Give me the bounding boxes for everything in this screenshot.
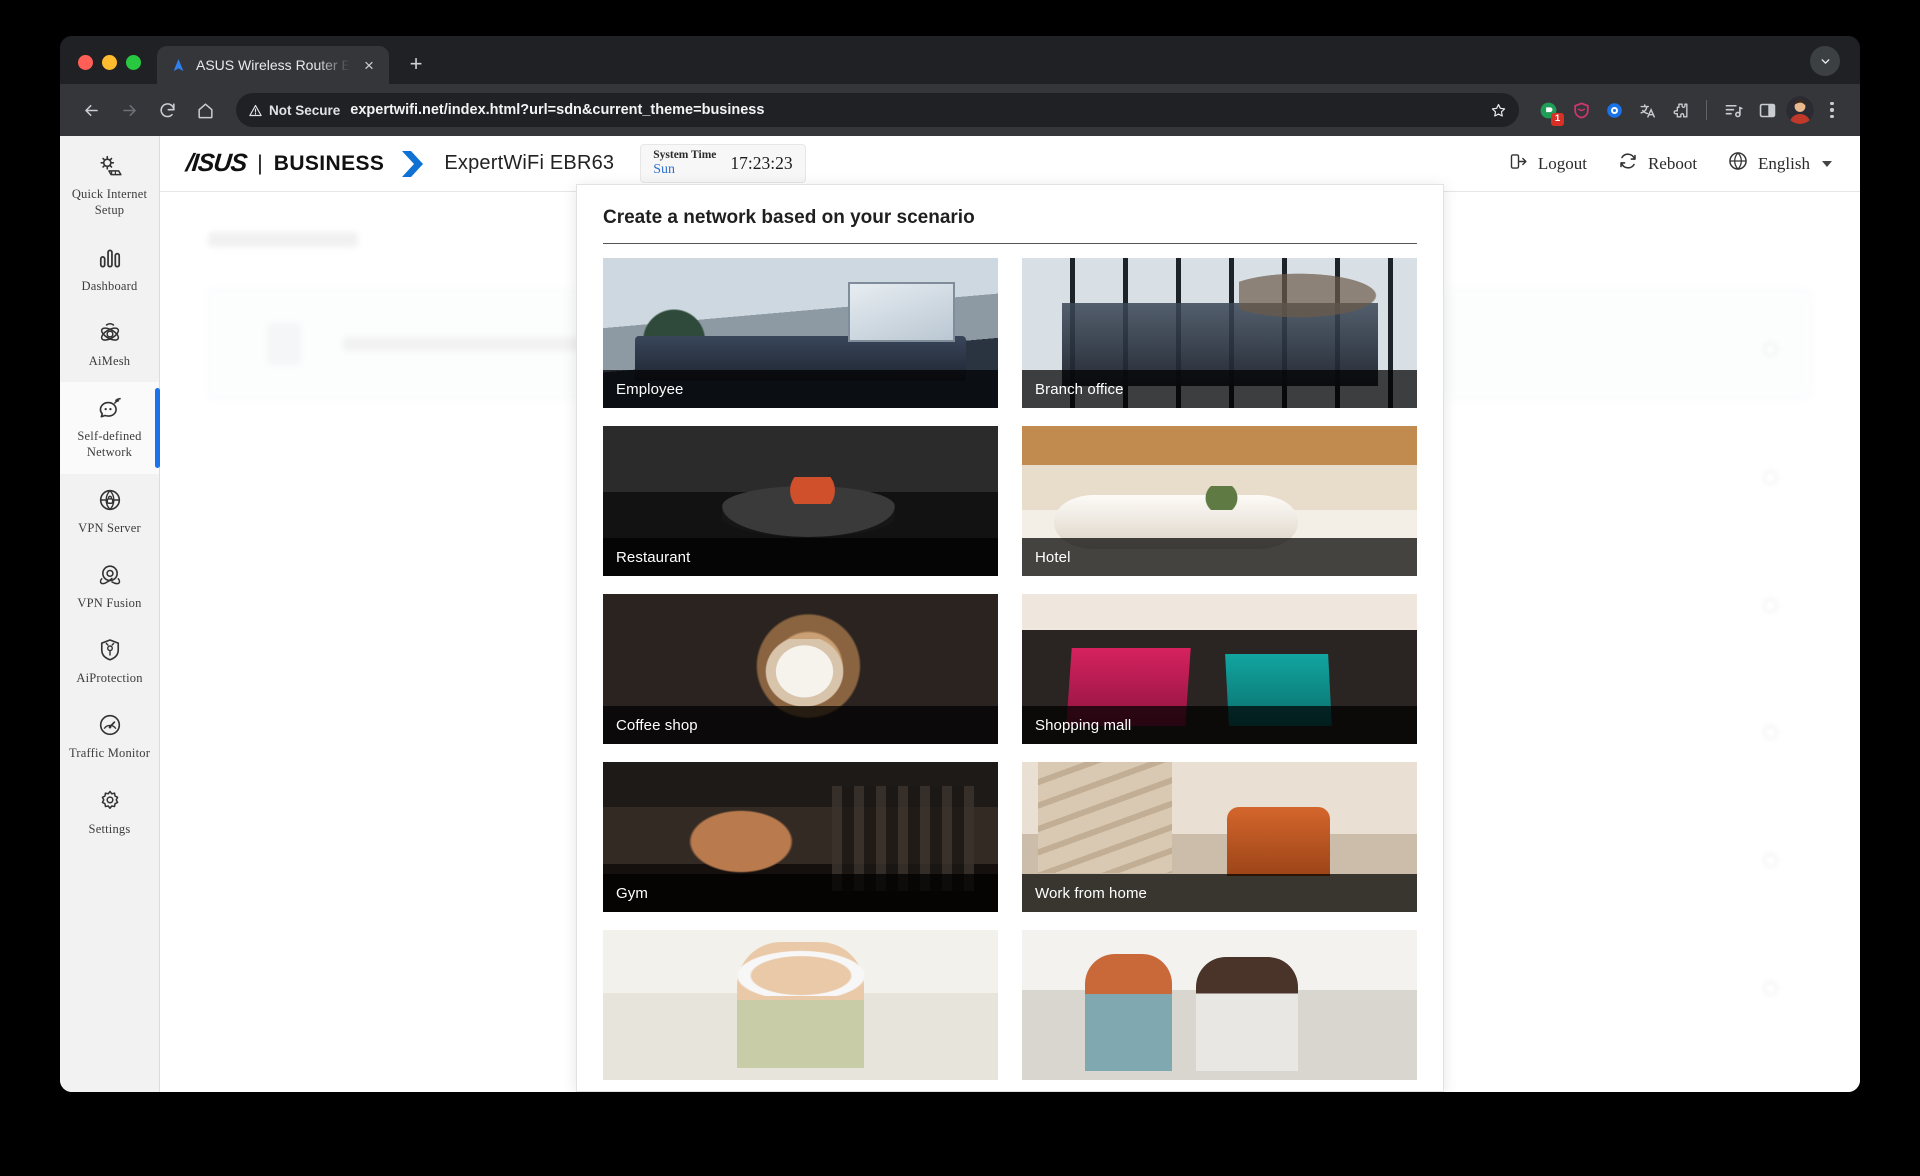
chevron-down-icon[interactable] (1810, 46, 1840, 76)
sidebar-item-label: AiProtection (76, 671, 143, 685)
vpn-server-globe-icon (64, 486, 155, 514)
router-sidebar: Quick Internet Setup Dashboard AiMesh Se… (60, 136, 160, 1092)
maximize-window-button[interactable] (126, 55, 141, 70)
sidebar-item-traffic-monitor[interactable]: Traffic Monitor (60, 699, 159, 774)
scenario-label: Shopping mall (1022, 706, 1417, 744)
scenario-label: Work from home (1022, 874, 1417, 912)
aimesh-icon (64, 319, 155, 347)
sidebar-item-label: VPN Server (78, 520, 141, 535)
aiprotection-shield-icon (64, 636, 155, 664)
browser-tab-title: ASUS Wireless Router Exper (196, 57, 350, 73)
scenario-card-coffee-shop[interactable]: Coffee shop (603, 594, 998, 744)
url-text[interactable]: expertwifi.net/index.html?url=sdn&curren… (350, 102, 764, 118)
scenario-label: Branch office (1022, 370, 1417, 408)
not-secure-label: Not Secure (269, 102, 341, 118)
modal-title: Create a network based on your scenario (603, 207, 975, 228)
sidebar-item-self-defined-network[interactable]: Self-defined Network (60, 382, 160, 474)
modal-title-divider (603, 243, 1417, 244)
scenario-card-work-from-home[interactable]: Work from home (1022, 762, 1417, 912)
back-button[interactable] (74, 93, 108, 127)
router-main-area: /ISUS | BUSINESS ExpertWiFi EBR63 System… (160, 136, 1860, 1092)
scenario-card-partial-bottom[interactable] (1022, 930, 1417, 1080)
sidebar-item-label: Dashboard (81, 278, 138, 293)
sidebar-item-dashboard[interactable]: Dashboard (60, 232, 159, 307)
close-tab-icon[interactable]: × (359, 55, 379, 75)
tabstrip-right-group (1810, 46, 1860, 84)
sidebar-item-settings[interactable]: Settings (60, 775, 159, 850)
reading-list-icon[interactable] (1718, 95, 1748, 125)
traffic-monitor-gauge-icon (64, 711, 155, 739)
scenario-label: Employee (603, 370, 998, 408)
scenario-photo (603, 930, 998, 1080)
sidebar-item-vpn-fusion[interactable]: VPN Fusion (60, 549, 159, 624)
scenario-card-shopping-mall[interactable]: Shopping mall (1022, 594, 1417, 744)
scenario-card-hotel[interactable]: Hotel (1022, 426, 1417, 576)
scenario-label: Gym (603, 874, 998, 912)
sidebar-item-label: Self-defined Network (77, 429, 142, 460)
side-panel-icon[interactable] (1752, 95, 1782, 125)
reload-button[interactable] (150, 93, 184, 127)
sidebar-item-aimesh[interactable]: AiMesh (60, 307, 159, 382)
sidebar-item-label: VPN Fusion (77, 595, 142, 610)
scenario-card-employee[interactable]: Employee (603, 258, 998, 408)
extensions-tray: 1 (1533, 95, 1695, 126)
close-window-button[interactable] (78, 55, 93, 70)
sidebar-item-label: AiMesh (88, 353, 131, 368)
browser-tab-strip: ASUS Wireless Router Exper × + (60, 36, 1860, 84)
scenario-card-branch-office[interactable]: Branch office (1022, 258, 1417, 408)
sidebar-item-quick-internet-setup[interactable]: Quick Internet Setup (60, 140, 159, 232)
minimize-window-button[interactable] (102, 55, 117, 70)
scenario-card-partial-top[interactable] (603, 930, 998, 1080)
scenario-photo (1022, 930, 1417, 1080)
page-viewport: Quick Internet Setup Dashboard AiMesh Se… (60, 136, 1860, 1092)
sidebar-item-label: Settings (88, 821, 131, 836)
scenario-card-gym[interactable]: Gym (603, 762, 998, 912)
scenario-modal-overlay: Create a network based on your scenario … (160, 136, 1860, 1092)
sidebar-item-label: Quick Internet Setup (71, 187, 148, 218)
puzzle-extensions-icon[interactable] (1665, 95, 1695, 125)
window-traffic-lights (78, 55, 141, 84)
extension-badge-count: 1 (1551, 113, 1564, 126)
warning-triangle-icon (249, 104, 262, 116)
forward-button[interactable] (112, 93, 146, 127)
settings-gear-icon (64, 787, 155, 815)
sidebar-item-vpn-server[interactable]: VPN Server (60, 474, 159, 549)
profile-avatar[interactable] (1786, 96, 1814, 124)
quick-setup-icon (64, 152, 155, 180)
address-bar[interactable]: Not Secure expertwifi.net/index.html?url… (236, 93, 1519, 127)
new-tab-button[interactable]: + (399, 47, 433, 81)
self-defined-network-icon (64, 394, 155, 422)
kebab-menu-icon[interactable] (1818, 95, 1846, 125)
asus-logo-icon (169, 56, 187, 74)
sidebar-item-aiprotection[interactable]: AiProtection (60, 624, 159, 699)
browser-window: ASUS Wireless Router Exper × + Not Secur… (60, 36, 1860, 1092)
scenario-label: Coffee shop (603, 706, 998, 744)
toolbar-divider (1706, 100, 1707, 120)
translate-extension-icon[interactable] (1632, 95, 1662, 125)
browser-toolbar: Not Secure expertwifi.net/index.html?url… (60, 84, 1860, 136)
not-secure-indicator[interactable]: Not Secure (246, 103, 350, 118)
dashboard-bars-icon (64, 244, 155, 272)
home-button[interactable] (188, 93, 222, 127)
shield-privacy-extension-icon[interactable] (1566, 95, 1596, 125)
bookmark-star-icon[interactable] (1483, 95, 1513, 125)
scenario-card-restaurant[interactable]: Restaurant (603, 426, 998, 576)
sidebar-item-label: Traffic Monitor (68, 746, 151, 761)
scenario-label: Hotel (1022, 538, 1417, 576)
blue-circle-extension-icon[interactable] (1599, 95, 1629, 125)
scenario-label: Restaurant (603, 538, 998, 576)
password-manager-extension-icon[interactable]: 1 (1533, 95, 1564, 126)
scenario-grid: Employee Branch office Restaurant Hotel … (603, 258, 1417, 1080)
scenario-modal: Create a network based on your scenario … (576, 184, 1444, 1092)
vpn-fusion-icon (64, 561, 155, 589)
browser-tab[interactable]: ASUS Wireless Router Exper × (157, 46, 389, 84)
